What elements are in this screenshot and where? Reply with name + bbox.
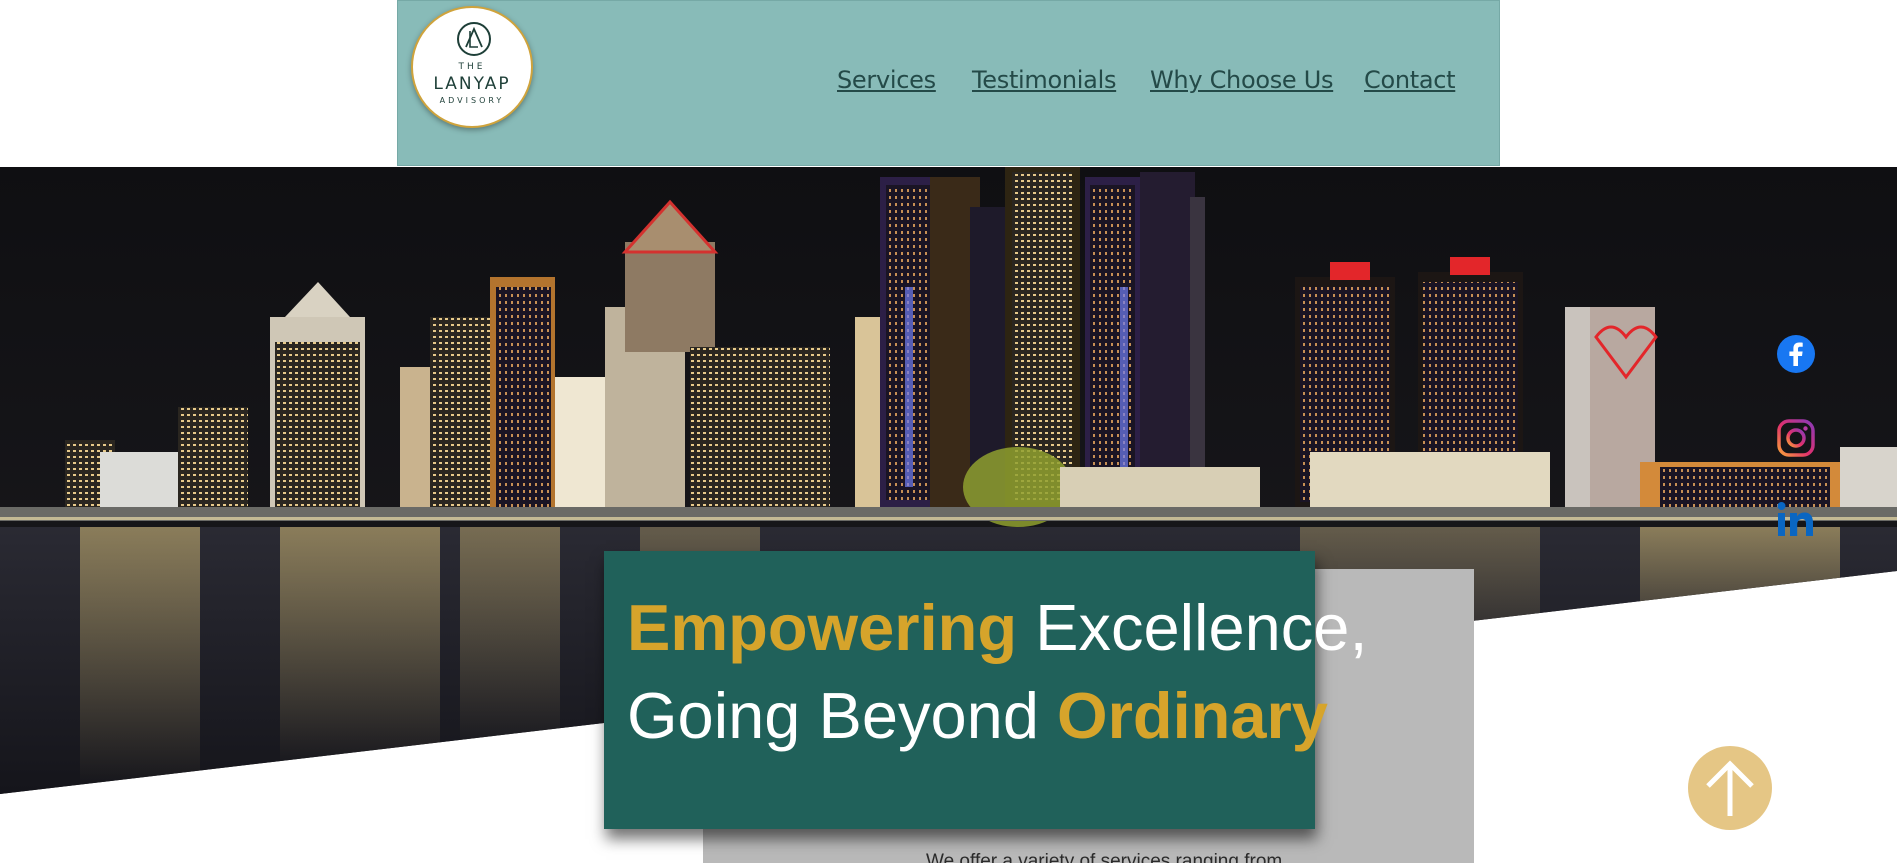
facebook-icon[interactable] bbox=[1776, 334, 1816, 374]
headline-highlight-ordinary: Ordinary bbox=[1057, 679, 1328, 752]
nav-link-why-choose-us[interactable]: Why Choose Us bbox=[1150, 66, 1333, 94]
headline-text-excellence: Excellence, bbox=[1017, 591, 1368, 664]
nav-link-contact[interactable]: Contact bbox=[1364, 66, 1456, 94]
linkedin-icon[interactable] bbox=[1776, 500, 1816, 540]
logo-text-lanyap: LANYAP bbox=[433, 74, 511, 94]
logo-text-advisory: ADVISORY bbox=[439, 96, 505, 105]
header-bar bbox=[397, 0, 1500, 166]
nav-link-services[interactable]: Services bbox=[837, 66, 936, 94]
logo-text-the: THE bbox=[458, 62, 486, 72]
headline-line-2: Going Beyond Ordinary bbox=[627, 683, 1328, 748]
arrow-up-icon bbox=[1706, 760, 1754, 816]
instagram-icon[interactable] bbox=[1776, 418, 1816, 458]
nav-link-testimonials[interactable]: Testimonials bbox=[972, 66, 1116, 94]
services-intro-text: We offer a variety of services ranging f… bbox=[926, 851, 1283, 863]
headline-line-1: Empowering Excellence, bbox=[627, 595, 1368, 660]
page: THE LANYAP ADVISORY Services Testimonial… bbox=[0, 0, 1897, 863]
logo[interactable]: THE LANYAP ADVISORY bbox=[411, 6, 533, 128]
back-to-top-button[interactable] bbox=[1688, 746, 1772, 830]
logo-monogram-icon bbox=[457, 22, 491, 56]
headline-text-going-beyond: Going Beyond bbox=[627, 679, 1058, 752]
headline-highlight-empowering: Empowering bbox=[627, 591, 1018, 664]
